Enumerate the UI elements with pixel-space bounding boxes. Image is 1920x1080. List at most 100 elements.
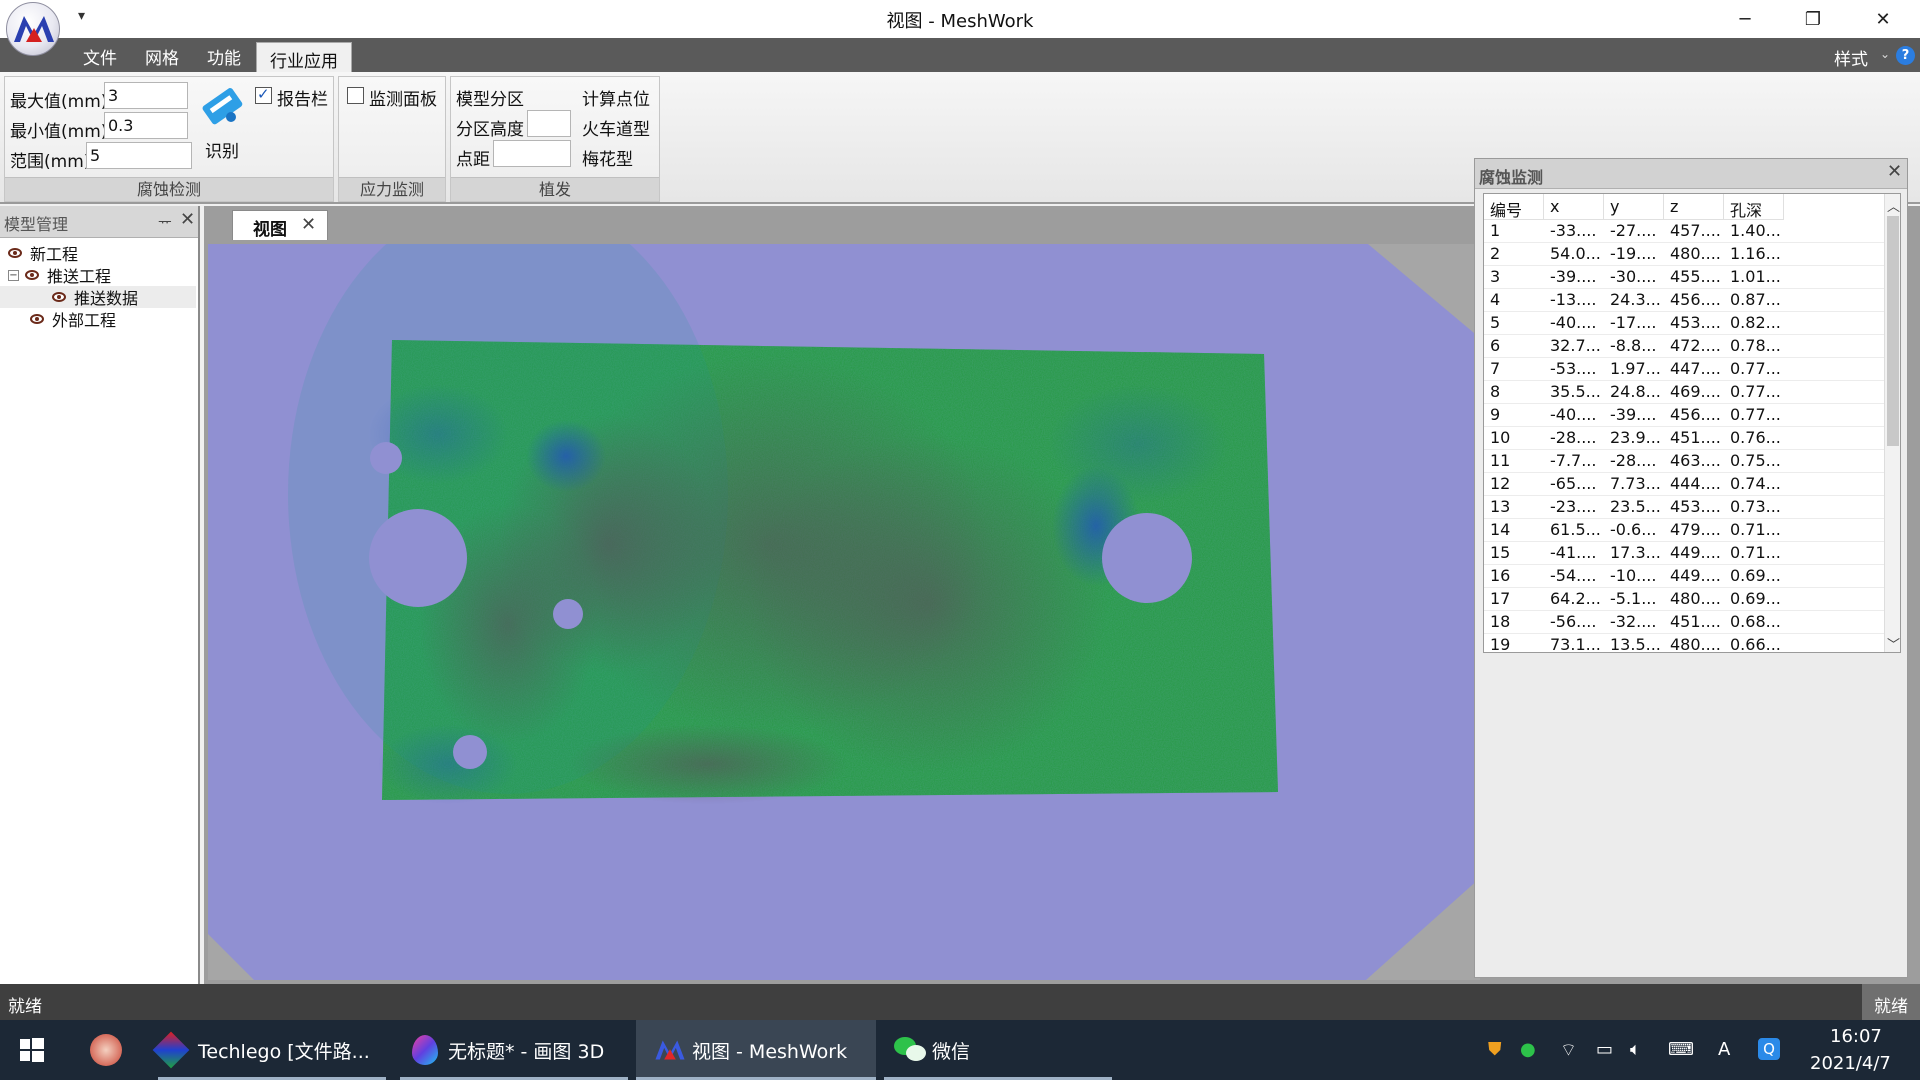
scrollbar-thumb[interactable] <box>1887 216 1899 446</box>
range-input[interactable] <box>86 142 192 169</box>
tree-item-external-project[interactable]: 外部工程 <box>30 308 116 330</box>
column-header-id[interactable]: 编号 <box>1484 194 1544 220</box>
taskbar-techlego[interactable]: Techlego [文件路... <box>152 1020 386 1080</box>
style-dropdown-icon[interactable]: ⌄ <box>1880 47 1890 61</box>
report-bar-label: 报告栏 <box>277 90 328 110</box>
clock-date[interactable]: 2021/4/7 <box>1810 1053 1891 1074</box>
visibility-eye-icon[interactable] <box>52 292 66 302</box>
close-window-button[interactable]: ✕ <box>1854 0 1912 38</box>
table-row[interactable]: 15 -41.... 17.3... 449.... 0.71... <box>1484 542 1884 565</box>
table-row[interactable]: 6 32.7... -8.8... 472.... 0.78... <box>1484 335 1884 358</box>
table-row[interactable]: 16 -54.... -10.... 449.... 0.69... <box>1484 565 1884 588</box>
table-cell: 1.40... <box>1730 221 1781 240</box>
table-scrollbar[interactable]: ︿ ﹀ <box>1884 194 1900 652</box>
wifi-icon[interactable]: ⌔ <box>1560 1039 1577 1062</box>
menu-file[interactable]: 文件 <box>83 44 117 69</box>
min-value-input[interactable] <box>104 112 188 139</box>
table-row[interactable]: 13 -23.... 23.5... 453.... 0.73... <box>1484 496 1884 519</box>
table-cell: -33.... <box>1550 221 1597 240</box>
table-row[interactable]: 2 54.0... -19.... 480.... 1.16... <box>1484 243 1884 266</box>
visibility-eye-icon[interactable] <box>30 314 44 324</box>
point-distance-input[interactable] <box>493 140 571 167</box>
table-row[interactable]: 18 -56.... -32.... 451.... 0.68... <box>1484 611 1884 634</box>
table-cell: 480.... <box>1670 635 1721 653</box>
table-cell: 15 <box>1490 543 1511 562</box>
tree-item-new-project[interactable]: 新工程 <box>8 242 78 264</box>
help-icon[interactable]: ? <box>1896 46 1915 65</box>
table-row[interactable]: 5 -40.... -17.... 453.... 0.82... <box>1484 312 1884 335</box>
close-tab-icon[interactable]: ✕ <box>301 214 316 235</box>
tree-item-push-project[interactable]: − 推送工程 <box>8 264 111 286</box>
3d-viewport[interactable] <box>208 244 1480 980</box>
table-row[interactable]: 7 -53.... 1.97... 447.... 0.77... <box>1484 358 1884 381</box>
partition-height-input[interactable] <box>527 110 571 137</box>
visibility-eye-icon[interactable] <box>25 270 39 280</box>
identify-icon[interactable] <box>201 85 245 129</box>
visibility-eye-icon[interactable] <box>8 248 22 258</box>
qq-icon[interactable]: Q <box>1758 1038 1780 1060</box>
table-cell: 54.0... <box>1550 244 1601 263</box>
clock-time[interactable]: 16:07 <box>1830 1026 1882 1047</box>
close-panel-icon[interactable]: ✕ <box>1887 161 1902 182</box>
taskbar-pinned-app[interactable] <box>90 1020 130 1080</box>
keyboard-icon[interactable]: ⌨︎ <box>1668 1039 1694 1060</box>
menu-industry-app[interactable]: 行业应用 <box>256 42 352 72</box>
table-row[interactable]: 14 61.5... -0.6... 479.... 0.71... <box>1484 519 1884 542</box>
start-button[interactable] <box>20 1020 60 1080</box>
battery-icon[interactable]: ▭ <box>1596 1039 1613 1060</box>
table-row[interactable]: 8 35.5... 24.8... 469.... 0.77... <box>1484 381 1884 404</box>
techlego-icon <box>152 1031 190 1069</box>
tab-view[interactable]: 视图 ✕ <box>232 210 328 240</box>
calc-points-button[interactable]: 计算点位 <box>582 85 650 110</box>
column-header-x[interactable]: x <box>1544 194 1604 220</box>
taskbar-paint3d[interactable]: 无标题* - 画图 3D <box>400 1020 628 1080</box>
menu-mesh[interactable]: 网格 <box>145 44 179 69</box>
scroll-up-icon[interactable]: ︿ <box>1887 196 1900 215</box>
collapse-icon[interactable]: − <box>8 269 19 281</box>
restore-button[interactable]: ❐ <box>1784 0 1842 38</box>
tree-item-push-data[interactable]: 推送数据 <box>0 286 196 308</box>
column-header-y[interactable]: y <box>1604 194 1664 220</box>
table-cell: 0.87... <box>1730 290 1781 309</box>
table-row[interactable]: 10 -28.... 23.9... 451.... 0.76... <box>1484 427 1884 450</box>
table-row[interactable]: 17 64.2... -5.1... 480.... 0.69... <box>1484 588 1884 611</box>
quincunx-button[interactable]: 梅花型 <box>582 145 633 170</box>
min-value-label: 最小值(mm) <box>10 122 108 142</box>
train-track-button[interactable]: 火车道型 <box>582 115 650 140</box>
table-row[interactable]: 3 -39.... -30.... 455.... 1.01... <box>1484 266 1884 289</box>
minimize-button[interactable]: ─ <box>1716 0 1774 38</box>
table-cell: 1.01... <box>1730 267 1781 286</box>
table-cell: -40.... <box>1550 313 1597 332</box>
ime-indicator[interactable]: A <box>1718 1039 1730 1060</box>
pin-icon[interactable]: ᅲ <box>158 211 172 232</box>
table-row[interactable]: 12 -65.... 7.73... 444.... 0.74... <box>1484 473 1884 496</box>
table-row[interactable]: 9 -40.... -39.... 456.... 0.77... <box>1484 404 1884 427</box>
column-header-depth[interactable]: 孔深 <box>1724 194 1784 220</box>
model-partition-button[interactable]: 模型分区 <box>456 85 524 110</box>
identify-button[interactable]: 识别 <box>205 137 239 162</box>
report-bar-checkbox[interactable] <box>255 85 272 104</box>
table-row[interactable]: 1 -33.... -27.... 457.... 1.40... <box>1484 220 1884 243</box>
table-row[interactable]: 11 -7.7... -28.... 463.... 0.75... <box>1484 450 1884 473</box>
taskbar-wechat[interactable]: 微信 <box>884 1020 1112 1080</box>
column-header-z[interactable]: z <box>1664 194 1724 220</box>
monitor-panel-checkbox[interactable] <box>347 87 364 104</box>
table-cell: 453.... <box>1670 497 1721 516</box>
close-panel-icon[interactable]: ✕ <box>180 209 195 230</box>
menu-function[interactable]: 功能 <box>207 44 241 69</box>
security-shield-icon[interactable]: ⛊ <box>1488 1039 1502 1060</box>
mesh-model-render <box>208 244 1480 980</box>
taskbar: Techlego [文件路... 无标题* - 画图 3D 视图 - MeshW… <box>0 1020 1920 1080</box>
app-logo-icon[interactable] <box>6 2 60 56</box>
scroll-down-icon[interactable]: ﹀ <box>1887 634 1900 652</box>
table-cell: 8 <box>1490 382 1501 401</box>
wechat-tray-icon[interactable]: ● <box>1520 1039 1536 1060</box>
taskbar-meshwork[interactable]: 视图 - MeshWork <box>636 1020 876 1080</box>
style-menu[interactable]: 样式 <box>1834 45 1868 70</box>
table-cell: 3 <box>1490 267 1501 286</box>
max-value-input[interactable] <box>104 82 188 109</box>
volume-icon[interactable]: 🔈︎ <box>1630 1039 1641 1060</box>
table-cell: 455.... <box>1670 267 1721 286</box>
table-row[interactable]: 19 73.1... 13.5... 480.... 0.66... <box>1484 634 1884 653</box>
table-row[interactable]: 4 -13.... 24.3... 456.... 0.87... <box>1484 289 1884 312</box>
